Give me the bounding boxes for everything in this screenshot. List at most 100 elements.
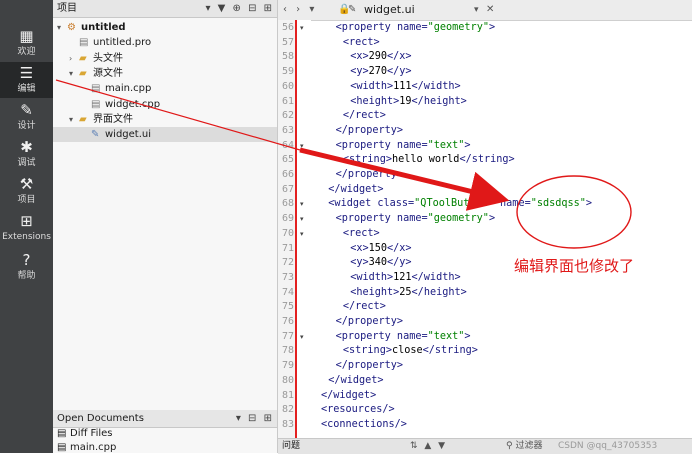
pro-file-icon: ▤ (79, 37, 89, 49)
line-number: 70 (281, 227, 294, 239)
line-number: 69 (281, 213, 294, 225)
project-pane-toolbar[interactable]: ▾ ▼ ⊕ ⊟ ⊞ (205, 0, 274, 17)
tree-item[interactable]: ▾ ▰ 源文件 (53, 66, 277, 81)
code-token: <property (335, 330, 391, 342)
tree-item[interactable]: ▤ untitled.pro (53, 35, 277, 50)
tree-item[interactable]: ▾ ▰ 界面文件 (53, 112, 277, 127)
fold-marker-icon[interactable]: ▾ (300, 227, 304, 241)
tree-item[interactable]: › ▰ 头文件 (53, 51, 277, 66)
code-token: </y> (387, 66, 412, 78)
code-line: <resources/> (321, 403, 395, 417)
code-line: </widget> (328, 374, 383, 388)
code-line: </widget> (321, 389, 376, 403)
editor-file-name[interactable]: widget.ui (364, 0, 415, 20)
issues-tab-label[interactable]: 问题 (282, 439, 300, 454)
fold-marker-icon[interactable]: ▾ (300, 139, 304, 153)
code-line: </property> (336, 315, 403, 329)
mode-edit[interactable]: ☰ 编辑 (0, 62, 53, 98)
fold-marker-icon[interactable]: ▾ (300, 21, 304, 35)
filter-input[interactable]: ⚲ 过滤器 (506, 439, 542, 454)
line-number: 57 (281, 36, 294, 48)
editor-nav-buttons[interactable]: ‹ › ▾ (283, 0, 317, 20)
code-token: 19 (399, 95, 412, 107)
code-line: <string>hello world</string> (343, 153, 515, 167)
line-number: 80 (281, 374, 294, 386)
code-token: </x> (387, 242, 412, 254)
code-token: property (341, 22, 391, 33)
code-token: <string> (342, 154, 392, 166)
code-token: </property> (335, 124, 404, 136)
code-token: <height> (350, 286, 400, 298)
code-token: </property> (335, 169, 404, 180)
code-token: 340 (368, 257, 387, 269)
tree-item-label: widget.cpp (105, 98, 161, 110)
open-document-label: Diff Files (70, 428, 113, 439)
code-line: <widget class="QToolButton" name="sdsdqs… (328, 197, 592, 211)
line-number: 73 (281, 271, 294, 283)
mode-help[interactable]: ? 帮助 (0, 249, 53, 285)
open-document-item[interactable]: ▤ Diff Files (53, 426, 277, 441)
code-token: <widget (328, 198, 372, 210)
mode-label: 帮助 (17, 271, 36, 281)
line-number: 66 (281, 169, 294, 180)
close-icon[interactable]: ✕ (486, 0, 494, 20)
code-token: </width> (411, 80, 461, 92)
code-line: <property name="text"> (336, 139, 471, 153)
edit-icon: ☰ (19, 64, 34, 82)
mode-debug[interactable]: ✱ 调试 (0, 136, 53, 172)
open-documents-toolbar[interactable]: ▾ ⊟ ⊞ (236, 410, 274, 427)
expand-arrow-icon[interactable]: › (69, 51, 72, 66)
project-pane-header: 项目 ▾ ▼ ⊕ ⊟ ⊞ (53, 0, 277, 18)
code-token: name= (390, 213, 428, 225)
code-token: <property (335, 213, 391, 225)
code-token: class= (371, 198, 415, 210)
fold-marker-icon[interactable]: ▾ (300, 212, 304, 226)
tree-item[interactable]: ▾ ⚙ untitled (53, 20, 277, 35)
code-editor[interactable]: <property name="geometry"> <rect> <x>290</… (311, 20, 692, 438)
editor-toolbar: ‹ › ▾ 🔒 ✎ widget.ui ▾ ✕ (278, 0, 692, 21)
expand-arrow-icon[interactable]: ▾ (57, 20, 61, 35)
code-token: "geometry" (427, 213, 489, 225)
code-token: 290 (368, 51, 387, 63)
mode-label: Extensions (2, 232, 51, 242)
line-number: 62 (281, 110, 294, 122)
tree-item[interactable]: ▤ widget.cpp (53, 97, 277, 112)
line-number: 75 (281, 301, 294, 313)
line-number: 63 (281, 124, 294, 136)
design-icon: ✎ (20, 101, 33, 119)
code-token: </widget> (328, 183, 384, 195)
code-line: </rect> (343, 109, 386, 123)
line-number: 72 (281, 257, 294, 269)
code-line: </property> (336, 124, 403, 138)
cpp-file-icon: ▤ (91, 98, 101, 110)
line-number: 79 (281, 360, 294, 372)
expand-arrow-icon[interactable]: ▾ (69, 66, 73, 81)
mode-label: 项目 (17, 195, 36, 205)
tree-item-label: 源文件 (93, 67, 123, 79)
line-number: 74 (281, 286, 294, 298)
code-token: <property (335, 139, 391, 151)
mode-label: 欢迎 (17, 47, 36, 57)
wrench-icon: ⚒ (19, 175, 34, 193)
tree-item[interactable]: ✎ widget.ui (53, 127, 277, 143)
code-token: </property> (335, 360, 404, 372)
line-number: 60 (281, 80, 294, 92)
mode-grid[interactable]: ▦ 欢迎 (0, 25, 53, 61)
issues-toolbar[interactable]: ⇅ ▲ ▼ (410, 439, 447, 454)
chevron-down-icon[interactable]: ▾ (474, 0, 479, 20)
line-number: 58 (281, 51, 294, 63)
code-line: <x>290</x> (350, 50, 411, 64)
tree-item[interactable]: ▤ main.cpp (53, 81, 277, 96)
expand-arrow-icon[interactable]: ▾ (69, 112, 73, 127)
code-line: <rect> (343, 227, 380, 241)
fold-marker-icon[interactable]: ▾ (300, 330, 304, 344)
mode-wrench[interactable]: ⚒ 项目 (0, 173, 53, 209)
line-number: 67 (281, 183, 294, 195)
code-line: </property> (336, 168, 403, 182)
code-token: </widget> (328, 374, 384, 386)
code-token: <y> (350, 66, 369, 78)
fold-marker-icon[interactable]: ▾ (300, 197, 304, 211)
mode-extensions[interactable]: ⊞ Extensions (0, 210, 53, 246)
mode-design[interactable]: ✎ 设计 (0, 99, 53, 135)
mode-label: 设计 (17, 121, 36, 131)
